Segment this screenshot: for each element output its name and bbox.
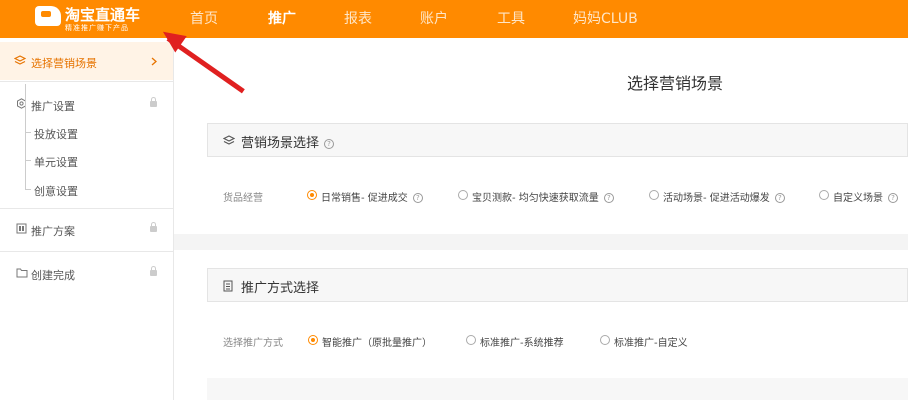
method-radio-smart[interactable]: [308, 335, 318, 345]
scene-option-activity: 活动场景- 促进活动爆发?: [663, 189, 785, 204]
sidebar-item-label: 推广设置: [31, 100, 75, 113]
scene-option-product-test: 宝贝测款- 均匀快速获取流量?: [472, 189, 614, 204]
layers-icon: [14, 55, 26, 65]
page-title: 选择营销场景: [627, 74, 724, 93]
wizard-sidebar: 选择营销场景 推广设置 投放设置 单元设置 创意设置 推广方案 创建完成: [0, 38, 174, 400]
nav-mama-club[interactable]: 妈妈CLUB: [573, 0, 638, 38]
lock-icon: [150, 97, 157, 107]
section-title: 营销场景选择?: [241, 132, 335, 151]
lock-icon: [150, 266, 157, 276]
sidebar-item-promotion-plan: 推广方案: [0, 221, 173, 239]
scene-section-title: 营销场景选择: [241, 136, 320, 151]
taobao-zhitongche-logo[interactable]: 淘宝直通车 精准推广赚下产品: [35, 4, 155, 32]
panel-gap: [174, 234, 908, 250]
sidebar-subitem-label: 投放设置: [34, 128, 78, 141]
car-logo-icon: [35, 6, 61, 26]
sidebar-subitem-delivery-settings: 投放设置: [0, 125, 173, 141]
method-radio-standard-custom[interactable]: [600, 335, 610, 345]
method-section-header: 推广方式选择: [207, 268, 908, 302]
method-option-smart: 智能推广（原批量推广）: [322, 338, 432, 349]
sidebar-item-label: 选择营销场景: [31, 57, 97, 70]
sidebar-item-select-scene[interactable]: 选择营销场景: [0, 42, 173, 80]
layers-icon: [223, 135, 235, 145]
nav-account[interactable]: 账户: [420, 0, 448, 38]
scene-option-label: 活动场景- 促进活动爆发: [663, 193, 770, 204]
scene-radio-custom[interactable]: [819, 190, 829, 200]
folder-icon: [16, 268, 28, 278]
nav-tools[interactable]: 工具: [497, 0, 525, 38]
sidebar-item-label: 推广方案: [31, 225, 75, 238]
next-section-placeholder: [207, 378, 908, 400]
method-row-label: 选择推广方式: [223, 338, 283, 349]
method-radio-standard-recommended[interactable]: [466, 335, 476, 345]
sidebar-item-label: 创建完成: [31, 269, 75, 282]
sidebar-subitem-label: 创意设置: [34, 185, 78, 198]
sidebar-subitem-unit-settings: 单元设置: [0, 153, 173, 169]
scene-option-daily-sales: 日常销售- 促进成交?: [321, 189, 423, 204]
help-icon[interactable]: ?: [774, 193, 785, 203]
help-icon[interactable]: ?: [888, 193, 898, 203]
scene-radio-product-test[interactable]: [458, 190, 468, 200]
method-option-standard-custom: 标准推广-自定义: [614, 338, 688, 349]
nav-promotion[interactable]: 推广: [268, 0, 296, 38]
scene-option-label: 自定义场景: [833, 193, 883, 204]
nav-home[interactable]: 首页: [190, 0, 218, 38]
scene-option-label: 日常销售- 促进成交: [321, 193, 408, 204]
nav-reports[interactable]: 报表: [344, 0, 372, 38]
document-icon: [223, 280, 233, 292]
scene-radio-daily-sales[interactable]: [307, 190, 317, 200]
help-icon[interactable]: ?: [603, 193, 614, 203]
help-icon[interactable]: ?: [324, 138, 335, 149]
scene-option-custom: 自定义场景?: [833, 189, 898, 204]
lock-icon: [150, 222, 157, 232]
logo-title: 淘宝直通车: [65, 6, 141, 24]
method-option-standard-recommended: 标准推广-系统推荐: [480, 338, 564, 349]
divider: [0, 81, 173, 82]
scene-row-label: 货品经营: [223, 193, 263, 204]
scene-option-label: 宝贝测款- 均匀快速获取流量: [472, 193, 599, 204]
plan-icon: [16, 223, 27, 234]
logo-subtitle: 精准推广赚下产品: [65, 24, 129, 32]
scene-radio-activity[interactable]: [649, 190, 659, 200]
sidebar-item-create-complete: 创建完成: [0, 265, 173, 283]
top-nav-bar: 淘宝直通车 精准推广赚下产品 首页 推广 报表 账户 工具 妈妈CLUB: [0, 0, 908, 38]
divider: [0, 251, 173, 252]
scene-section-header: 营销场景选择?: [207, 123, 908, 157]
chevron-right-icon: [151, 57, 157, 66]
method-section-title: 推广方式选择: [241, 281, 320, 296]
divider: [0, 208, 173, 209]
help-icon[interactable]: ?: [412, 193, 423, 203]
sidebar-subitem-label: 单元设置: [34, 156, 78, 169]
sidebar-subitem-creative-settings: 创意设置: [0, 182, 173, 198]
